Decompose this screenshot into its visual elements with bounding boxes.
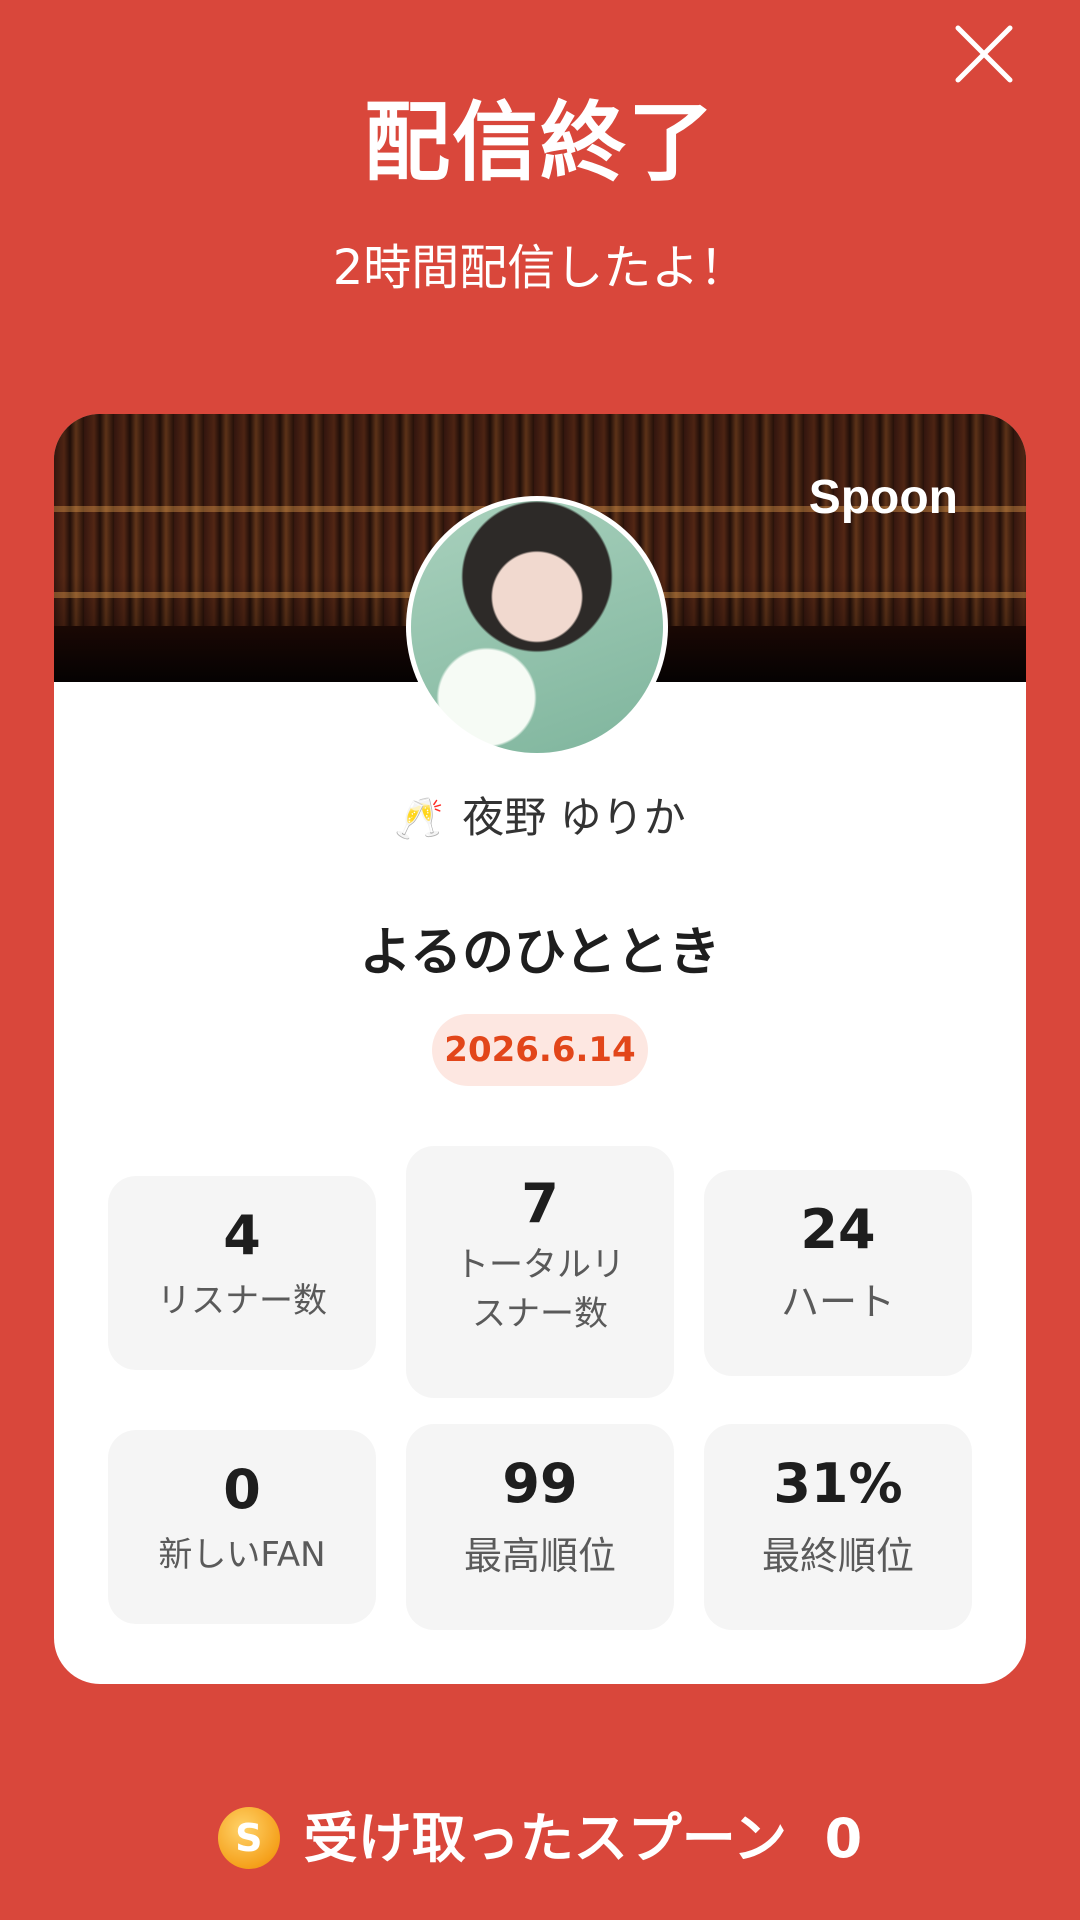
date-badge: 2026.6.14 bbox=[432, 1014, 648, 1086]
spoon-coin-icon: S bbox=[217, 1807, 280, 1870]
stat-total-listeners: 7 トータルリ スナー数 bbox=[406, 1146, 674, 1398]
received-spoons: S 受け取ったスプーン 0 bbox=[0, 1804, 1080, 1874]
stat-new-fans: 0 新しいFAN bbox=[108, 1430, 376, 1624]
stat-label: トータルリ スナー数 bbox=[455, 1245, 625, 1335]
summary-card: Spoon 🥂 夜野 ゆりか よるのひととき 2026.6.14 4 リスナー数 … bbox=[54, 414, 1026, 1684]
received-spoons-label: 受け取ったスプーン bbox=[303, 1807, 788, 1870]
received-spoons-count: 0 bbox=[824, 1807, 863, 1870]
spoon-logo: Spoon bbox=[808, 471, 958, 524]
stat-listeners: 4 リスナー数 bbox=[108, 1176, 376, 1370]
stat-hearts: 24 ハート bbox=[704, 1170, 972, 1376]
username: 夜野 ゆりか bbox=[462, 793, 686, 842]
stat-value: 7 bbox=[521, 1172, 559, 1235]
room-title: よるのひととき bbox=[359, 923, 721, 983]
stat-final-rank: 31% 最終順位 bbox=[704, 1424, 972, 1630]
stat-label: 最高順位 bbox=[463, 1534, 616, 1578]
stat-value: 99 bbox=[502, 1452, 578, 1515]
stat-value: 0 bbox=[223, 1458, 261, 1521]
stat-value: 4 bbox=[223, 1204, 261, 1267]
stat-value: 24 bbox=[800, 1198, 876, 1261]
stat-value: 31% bbox=[773, 1452, 903, 1515]
username-row: 🥂 夜野 ゆりか bbox=[54, 784, 1026, 845]
stat-label: リスナー数 bbox=[157, 1281, 327, 1321]
page-subtitle: 2時間配信したよ！ bbox=[332, 240, 748, 296]
celebration-badge-icon: 🥂 bbox=[394, 796, 445, 842]
page-title: 配信終了 bbox=[364, 93, 716, 193]
avatar[interactable] bbox=[406, 496, 668, 758]
stat-label: 新しいFAN bbox=[158, 1535, 326, 1575]
stat-label: 最終順位 bbox=[761, 1534, 914, 1578]
avatar-image bbox=[411, 501, 663, 753]
stat-best-rank: 99 最高順位 bbox=[406, 1424, 674, 1630]
stat-label: ハート bbox=[780, 1280, 895, 1324]
